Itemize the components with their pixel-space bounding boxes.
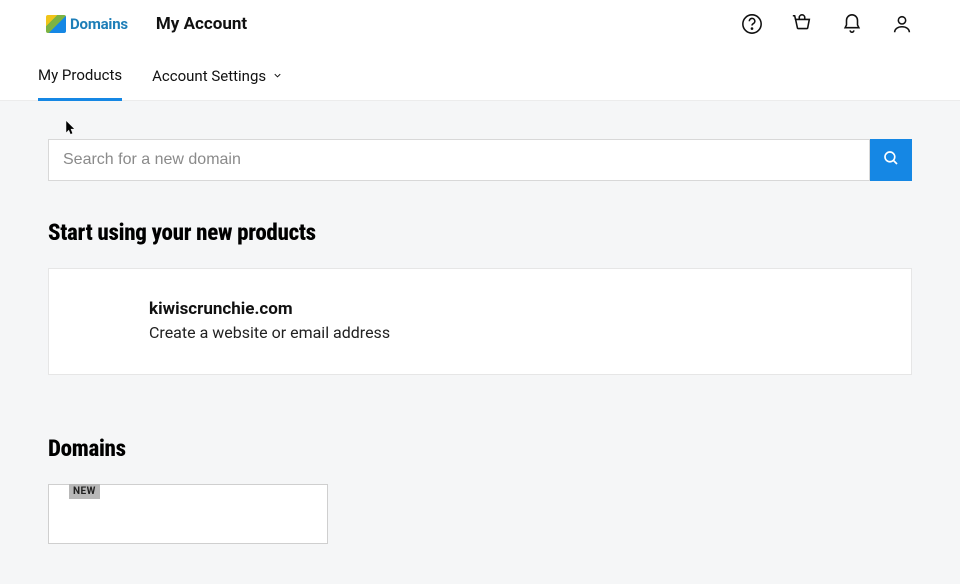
logo[interactable]: Domains xyxy=(46,15,128,33)
section-heading-products: Start using your new products xyxy=(48,219,912,246)
help-icon[interactable] xyxy=(740,12,764,36)
search-row xyxy=(48,139,912,181)
tab-label: My Products xyxy=(38,66,122,84)
header-icons xyxy=(740,12,914,36)
bell-icon[interactable] xyxy=(840,12,864,36)
search-button[interactable] xyxy=(870,139,912,181)
product-card[interactable]: kiwiscrunchie.com Create a website or em… xyxy=(48,268,912,375)
cart-icon[interactable] xyxy=(790,12,814,36)
header-left: Domains My Account xyxy=(46,14,247,34)
content: Start using your new products kiwiscrunc… xyxy=(0,101,960,584)
user-icon[interactable] xyxy=(890,12,914,36)
tabs: My Products Account Settings xyxy=(0,48,960,101)
logo-text: Domains xyxy=(70,15,128,33)
page-title: My Account xyxy=(156,14,247,34)
new-badge: NEW xyxy=(69,484,100,499)
tab-label: Account Settings xyxy=(152,67,266,85)
product-card-title: kiwiscrunchie.com xyxy=(149,299,887,319)
cursor-icon xyxy=(66,121,77,138)
product-card-subtitle: Create a website or email address xyxy=(149,323,887,342)
tab-my-products[interactable]: My Products xyxy=(38,66,122,101)
search-icon xyxy=(882,149,900,171)
search-input[interactable] xyxy=(48,139,870,181)
section-heading-domains: Domains xyxy=(48,435,912,462)
header: Domains My Account xyxy=(0,0,960,48)
domain-card[interactable]: NEW xyxy=(48,484,328,544)
tab-account-settings[interactable]: Account Settings xyxy=(152,66,283,100)
logo-icon xyxy=(46,15,66,33)
chevron-down-icon xyxy=(272,67,283,85)
